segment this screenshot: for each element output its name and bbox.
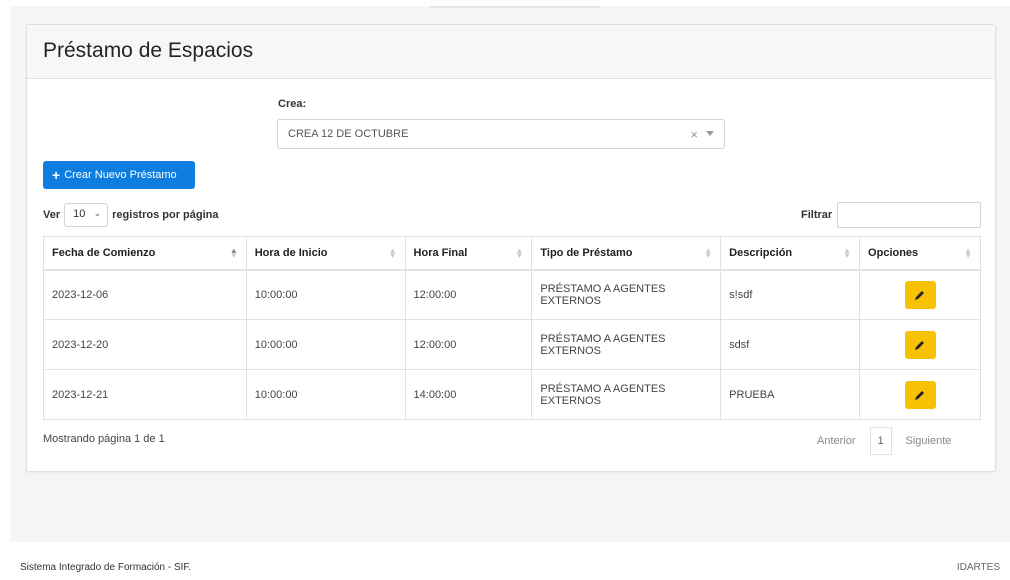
table-row: 2023-12-20 10:00:00 12:00:00 PRÉSTAMO A … bbox=[43, 319, 981, 370]
cell-inicio: 10:00:00 bbox=[245, 319, 406, 370]
header-inicio[interactable]: Hora de Inicio ▲ ▼ bbox=[245, 236, 406, 271]
header-label: Descripción bbox=[729, 246, 793, 259]
cell-fecha: 2023-12-20 bbox=[43, 319, 247, 370]
cell-opciones bbox=[859, 369, 981, 420]
plus-icon: + bbox=[52, 167, 61, 183]
loans-table: Fecha de Comienzo ▲ ▼ Hora de Inicio ▲ ▼ Hor… bbox=[43, 236, 981, 420]
page-length-control: Ver 10 ⌄ registros por página bbox=[43, 203, 219, 227]
page-length-value: 10 bbox=[73, 208, 86, 220]
pagination: Anterior 1 Siguiente bbox=[817, 427, 951, 455]
cell-final: 12:00:00 bbox=[404, 319, 533, 370]
site-footer-text: Sistema Integrado de Formación - SIF. bbox=[20, 562, 192, 573]
sort-icon: ▲ ▼ bbox=[964, 246, 972, 260]
sort-icon: ▲ ▼ bbox=[704, 246, 713, 260]
cell-descripcion: sdsf bbox=[720, 319, 861, 370]
cell-descripcion: s!sdf bbox=[720, 269, 861, 320]
sort-icon: ▲ ▼ bbox=[229, 246, 238, 260]
header-opciones[interactable]: Opciones ▲ ▼ bbox=[859, 236, 981, 271]
header-descripcion[interactable]: Descripción ▲ ▼ bbox=[720, 236, 861, 271]
table-row: 2023-12-06 10:00:00 12:00:00 PRÉSTAMO A … bbox=[43, 269, 981, 320]
sort-icon: ▲ ▼ bbox=[388, 246, 397, 260]
crea-select[interactable]: CREA 12 DE OCTUBRE × bbox=[277, 119, 725, 149]
edit-button[interactable] bbox=[904, 330, 936, 359]
cell-tipo: PRÉSTAMO A AGENTES EXTERNOS bbox=[531, 369, 722, 420]
pencil-icon bbox=[915, 290, 925, 300]
cell-opciones bbox=[859, 269, 981, 320]
clear-icon[interactable]: × bbox=[690, 127, 698, 142]
page-title: Préstamo de Espacios bbox=[43, 39, 254, 62]
cell-inicio: 10:00:00 bbox=[245, 269, 406, 320]
main-card: Préstamo de Espacios Crea: CREA 12 DE OC… bbox=[26, 24, 996, 472]
pencil-icon bbox=[915, 390, 925, 400]
header-label: Hora de Inicio bbox=[254, 246, 328, 259]
cell-descripcion: PRUEBA bbox=[720, 369, 861, 420]
filter-label: Filtrar bbox=[801, 209, 833, 221]
create-loan-button[interactable]: + Crear Nuevo Préstamo bbox=[43, 161, 195, 189]
header-label: Tipo de Préstamo bbox=[540, 246, 633, 259]
create-loan-label: Crear Nuevo Préstamo bbox=[64, 169, 177, 181]
table-row: 2023-12-21 10:00:00 14:00:00 PRÉSTAMO A … bbox=[43, 369, 981, 420]
sort-icon: ▲ ▼ bbox=[515, 246, 524, 260]
header-label: Opciones bbox=[868, 246, 919, 259]
cell-fecha: 2023-12-06 bbox=[43, 269, 247, 320]
top-divider bbox=[430, 6, 600, 8]
header-final[interactable]: Hora Final ▲ ▼ bbox=[404, 236, 533, 271]
card-header: Préstamo de Espacios bbox=[27, 25, 995, 79]
pencil-icon bbox=[915, 340, 925, 350]
chevron-down-icon[interactable] bbox=[706, 131, 714, 136]
cell-final: 12:00:00 bbox=[404, 269, 533, 320]
header-fecha[interactable]: Fecha de Comienzo ▲ ▼ bbox=[43, 236, 247, 271]
sort-icon: ▲ ▼ bbox=[843, 246, 852, 260]
header-tipo[interactable]: Tipo de Préstamo ▲ ▼ bbox=[531, 236, 722, 271]
header-label: Hora Final bbox=[413, 246, 468, 259]
pagination-info: Mostrando página 1 de 1 bbox=[43, 433, 165, 445]
crea-label: Crea: bbox=[278, 98, 307, 110]
previous-button[interactable]: Anterior bbox=[817, 435, 856, 447]
filter-input[interactable] bbox=[837, 202, 981, 228]
cell-final: 14:00:00 bbox=[404, 369, 533, 420]
chevron-down-icon: ⌄ bbox=[93, 208, 102, 218]
cell-tipo: PRÉSTAMO A AGENTES EXTERNOS bbox=[531, 319, 722, 370]
table-header-row: Fecha de Comienzo ▲ ▼ Hora de Inicio ▲ ▼ Hor… bbox=[43, 236, 981, 271]
cell-fecha: 2023-12-21 bbox=[43, 369, 247, 420]
header-label: Fecha de Comienzo bbox=[52, 246, 156, 259]
edit-button[interactable] bbox=[904, 280, 936, 309]
cell-inicio: 10:00:00 bbox=[245, 369, 406, 420]
cell-opciones bbox=[859, 319, 981, 370]
cell-tipo: PRÉSTAMO A AGENTES EXTERNOS bbox=[531, 269, 722, 320]
page-button[interactable]: 1 bbox=[869, 427, 892, 455]
page-length-select[interactable]: 10 ⌄ bbox=[64, 203, 109, 227]
length-suffix: registros por página bbox=[112, 209, 219, 221]
next-button[interactable]: Siguiente bbox=[906, 435, 952, 447]
crea-selected-value: CREA 12 DE OCTUBRE bbox=[288, 128, 409, 140]
site-footer-brand: IDARTES bbox=[956, 562, 1000, 573]
length-prefix: Ver bbox=[43, 209, 61, 221]
edit-button[interactable] bbox=[904, 380, 936, 409]
